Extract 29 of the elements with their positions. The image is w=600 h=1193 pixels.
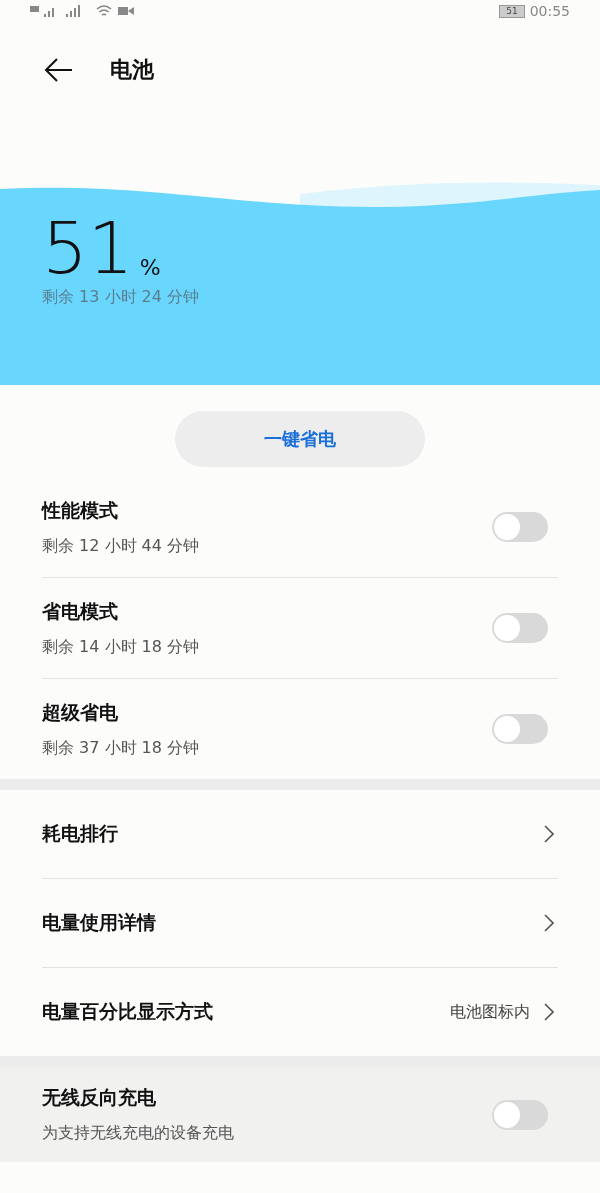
wifi-icon: [96, 4, 112, 18]
battery-icon: 51: [499, 4, 525, 18]
percent-sign: %: [139, 257, 161, 279]
toggle-switch[interactable]: [492, 714, 548, 744]
video-icon: [118, 5, 134, 17]
battery-percentage: 51: [42, 217, 134, 279]
power-save-button[interactable]: 一键省电: [175, 411, 425, 467]
chevron-icon: [544, 1003, 554, 1021]
toggle-switch[interactable]: [492, 613, 548, 643]
status-time: 00:55: [529, 3, 570, 19]
toggle-switch[interactable]: [492, 512, 548, 542]
mode-remaining: 剩余 14 小时 18 分钟: [42, 636, 200, 658]
mode-title: 性能模式: [42, 497, 119, 523]
back-icon[interactable]: [44, 56, 74, 83]
chevron-icon: [544, 825, 554, 843]
page-title: 电池: [110, 55, 154, 84]
menu-item[interactable]: 耗电排行: [42, 821, 118, 847]
setting-title: 无线反向充电: [42, 1085, 157, 1110]
setting-description: 为支持无线充电的设备充电: [42, 1123, 234, 1144]
mode-title: 超级省电: [42, 699, 119, 725]
mode-title: 省电模式: [42, 598, 119, 624]
menu-item[interactable]: 电量百分比显示方式: [42, 999, 213, 1025]
menu-item[interactable]: 电量使用详情: [42, 910, 156, 936]
setting-value: 电池图标内: [450, 1001, 530, 1023]
chevron-icon: [544, 914, 554, 932]
mode-remaining: 剩余 12 小时 44 分钟: [42, 535, 200, 557]
toggle-switch[interactable]: [492, 1099, 548, 1130]
remaining-time: 剩余 13 小时 24 分钟: [42, 287, 201, 308]
mode-remaining: 剩余 37 小时 18 分钟: [42, 737, 200, 759]
